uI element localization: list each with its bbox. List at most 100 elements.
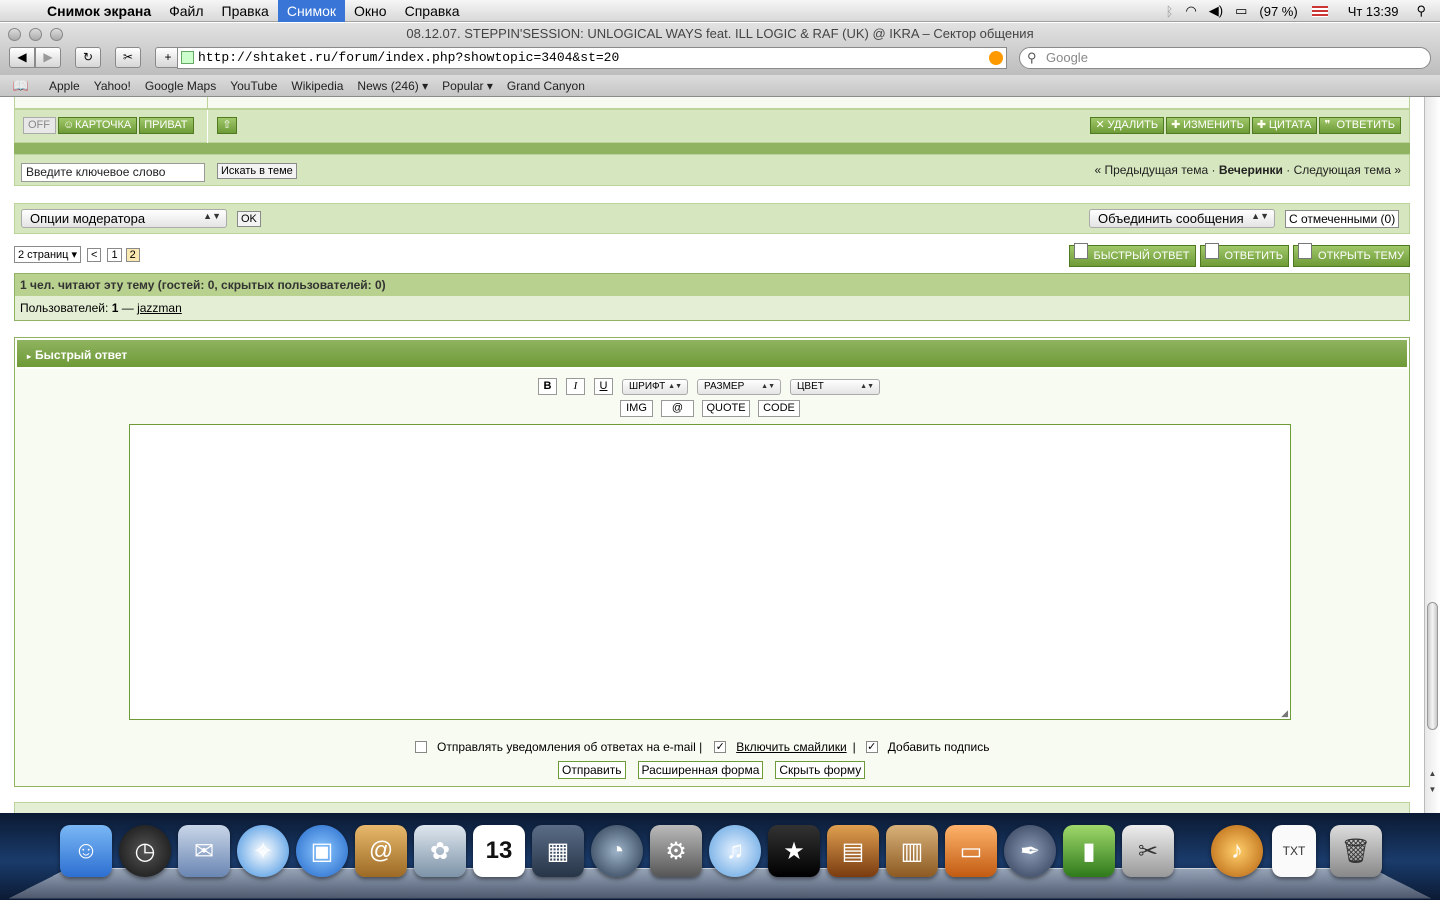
iphoto-icon[interactable]: ✿ [414, 825, 466, 877]
trash-icon[interactable]: 🗑 [1330, 825, 1382, 877]
bookmark-wikipedia[interactable]: Wikipedia [284, 79, 350, 93]
quote-post-button[interactable]: ✚ ЦИТАТА [1251, 117, 1318, 134]
prev-topic-link[interactable]: « Предыдущая тема [1094, 163, 1208, 177]
private-message-button[interactable]: ПРИВАТ [139, 117, 194, 134]
resize-grip-icon[interactable]: ◢ [1281, 708, 1288, 719]
wifi-icon[interactable]: ◠ [1179, 3, 1202, 19]
ichat-icon[interactable]: ▣ [296, 825, 348, 877]
bookmark-popular[interactable]: Popular ▾ [435, 79, 500, 93]
with-checked-button[interactable]: С отмеченными (0) [1285, 210, 1400, 228]
forum-link[interactable]: Вечеринки [1219, 163, 1283, 177]
reply-post-button[interactable]: ❞ ОТВЕТИТЬ [1319, 117, 1401, 134]
scroll-down-arrow-icon[interactable]: ▼ [1427, 785, 1438, 794]
code-button[interactable]: CODE [758, 400, 800, 417]
new-topic-button[interactable]: ОТКРЫТЬ ТЕМУ [1293, 243, 1410, 267]
bookmark-yahoo[interactable]: Yahoo! [87, 79, 138, 93]
bookmark-youtube[interactable]: YouTube [223, 79, 284, 93]
color-select[interactable]: ЦВЕТ ▲▼ [790, 378, 880, 395]
battery-percent[interactable]: (97 %) [1253, 4, 1303, 19]
delete-post-button[interactable]: ✕ УДАЛИТЬ [1090, 117, 1165, 134]
reload-button[interactable]: ↻ [75, 47, 101, 68]
finder-icon[interactable]: ☺ [60, 825, 112, 877]
notify-checkbox[interactable] [415, 741, 427, 753]
dashboard-icon[interactable]: ◷ [119, 825, 171, 877]
menu-edit[interactable]: Правка [213, 0, 278, 22]
page-1-link[interactable]: 1 [107, 247, 122, 262]
scroll-up-arrow-icon[interactable]: ▲ [1427, 769, 1438, 778]
text-document-icon[interactable]: TXT [1272, 825, 1316, 877]
spaces-icon[interactable]: ▦ [532, 825, 584, 877]
quote-button[interactable]: QUOTE [702, 400, 750, 417]
bookmark-google-maps[interactable]: Google Maps [138, 79, 223, 93]
quick-reply-header[interactable]: ▸ Быстрый ответ [15, 338, 1409, 369]
volume-icon[interactable]: ◀) [1203, 3, 1229, 19]
back-button[interactable]: ◀ [9, 47, 35, 68]
url-bar[interactable]: http://shtaket.ru/forum/index.php?showto… [177, 47, 1007, 69]
imovie-icon[interactable]: ★ [768, 825, 820, 877]
search-topic-button[interactable]: Искать в теме [217, 163, 297, 179]
menu-window[interactable]: Окно [345, 0, 396, 22]
iweb-icon[interactable]: ▥ [886, 825, 938, 877]
safari-icon[interactable]: ✧ [237, 825, 289, 877]
battery-icon[interactable]: ▭ [1229, 3, 1253, 19]
scrollbar-thumb[interactable] [1427, 602, 1438, 730]
user-link[interactable]: jazzman [137, 301, 182, 315]
bluetooth-icon[interactable]: ᛒ [1160, 4, 1180, 19]
reply-topic-button[interactable]: ОТВЕТИТЬ [1199, 243, 1290, 267]
merge-posts-select[interactable]: Объединить сообщения ▲▼ [1089, 209, 1275, 228]
hide-form-button[interactable]: Скрыть форму [775, 761, 866, 779]
prev-page-link[interactable]: < [87, 247, 102, 262]
signature-checkbox[interactable]: ✓ [865, 741, 878, 753]
moderator-ok-button[interactable]: OK [237, 211, 261, 227]
mail-icon[interactable]: ✉ [178, 825, 230, 877]
rss-icon[interactable] [989, 51, 1003, 65]
bookmark-news[interactable]: News (246) ▾ [350, 79, 435, 93]
snippet-button[interactable]: ✂ [115, 47, 141, 68]
edit-post-button[interactable]: ✚ ИЗМЕНИТЬ [1166, 117, 1250, 134]
triangle-right-icon: ▸ [27, 352, 32, 361]
search-field[interactable]: ⚲ Google [1019, 47, 1431, 69]
system-preferences-icon[interactable]: ⚙ [650, 825, 702, 877]
fast-reply-button[interactable]: БЫСТРЫЙ ОТВЕТ [1068, 243, 1196, 267]
smilies-link[interactable]: Включить смайлики [736, 740, 846, 754]
time-machine-icon[interactable]: ◔ [591, 825, 643, 877]
ical-icon[interactable]: 13 [473, 825, 525, 877]
advanced-form-button[interactable]: Расширенная форма [637, 761, 764, 779]
img-button[interactable]: IMG [620, 400, 653, 417]
garageband-icon[interactable]: ♪ [1211, 825, 1263, 877]
itunes-icon[interactable]: ♫ [709, 825, 761, 877]
smilies-checkbox[interactable]: ✓ [714, 741, 727, 753]
email-button[interactable]: @ [661, 400, 694, 417]
spotlight-icon[interactable]: ⚲ [1410, 3, 1440, 19]
bookmark-apple[interactable]: Apple [42, 79, 87, 93]
script-editor-icon[interactable]: ✒ [1004, 825, 1056, 877]
menu-capture[interactable]: Снимок [277, 0, 346, 22]
bookmark-grand-canyon[interactable]: Grand Canyon [500, 79, 592, 93]
flag-icon[interactable] [1311, 5, 1328, 17]
page-scrollbar[interactable]: ▲ ▼ [1424, 97, 1440, 813]
message-textarea[interactable]: ◢ [129, 424, 1291, 720]
submit-button[interactable]: Отправить [558, 761, 626, 779]
numbers-icon[interactable]: ▮ [1063, 825, 1115, 877]
forward-button[interactable]: ▶ [35, 47, 61, 68]
book-icon[interactable]: 📖 [0, 78, 42, 94]
italic-button[interactable]: I [566, 378, 585, 395]
image-capture-icon[interactable]: ▤ [827, 825, 879, 877]
menu-help[interactable]: Справка [396, 0, 469, 22]
next-topic-link[interactable]: Следующая тема » [1294, 163, 1401, 177]
size-select[interactable]: РАЗМЕР ▲▼ [697, 378, 781, 395]
font-select[interactable]: ШРИФТ ▲▼ [622, 378, 688, 395]
bold-button[interactable]: B [538, 378, 557, 395]
underline-button[interactable]: U [594, 378, 613, 395]
keynote-icon[interactable]: ▭ [945, 825, 997, 877]
grab-icon[interactable]: ✂ [1122, 825, 1174, 877]
menu-app-name[interactable]: Снимок экрана [38, 0, 160, 22]
menu-file[interactable]: Файл [160, 0, 212, 22]
address-book-icon[interactable]: @ [355, 825, 407, 877]
user-card-button[interactable]: ☺КАРТОЧКА [58, 117, 138, 134]
clock[interactable]: Чт 13:39 [1336, 4, 1411, 19]
scroll-top-button[interactable]: ⇧ [217, 117, 237, 134]
keyword-input[interactable]: Введите ключевое слово [21, 163, 205, 182]
moderator-options-select[interactable]: Опции модератора ▲▼ [21, 209, 227, 228]
pages-dropdown[interactable]: 2 страниц ▾ [14, 246, 82, 263]
